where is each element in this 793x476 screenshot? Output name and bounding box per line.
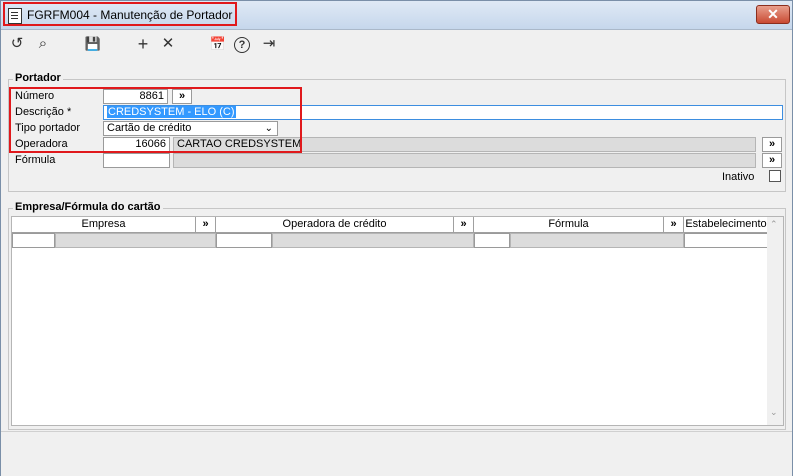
toolbar: ↺ ⌕ 💾 + ✕ 📅 ? ⇥ xyxy=(1,29,792,59)
search-icon[interactable]: ⌕ xyxy=(33,34,53,54)
portador-group-label: Portador xyxy=(13,72,63,84)
add-icon[interactable]: + xyxy=(133,34,153,54)
operadora-column-lookup-button[interactable]: » xyxy=(454,217,474,233)
formula-code-field[interactable] xyxy=(103,153,170,168)
save-icon[interactable]: 💾 xyxy=(83,34,103,54)
inativo-label: Inativo xyxy=(722,171,755,183)
fields-highlight-box xyxy=(9,87,302,153)
column-header-operadora[interactable]: Operadora de crédito xyxy=(216,217,454,233)
empresa-formula-group-label: Empresa/Fórmula do cartão xyxy=(13,201,163,213)
formula-lookup-button[interactable]: » xyxy=(762,153,782,168)
column-header-formula[interactable]: Fórmula xyxy=(474,217,664,233)
empresa-code-cell[interactable] xyxy=(12,233,55,248)
empresa-name-cell xyxy=(55,233,216,248)
main-window: FGRFM004 - Manutenção de Portador ✕ ↺ ⌕ … xyxy=(0,0,793,476)
title-highlight-box xyxy=(3,2,237,26)
calendar-icon[interactable]: 📅 xyxy=(208,34,228,54)
operadora-name-cell xyxy=(272,233,474,248)
operadora-lookup-button[interactable]: » xyxy=(762,137,782,152)
help-icon[interactable]: ? xyxy=(234,37,250,53)
formula-column-lookup-button[interactable]: » xyxy=(664,217,684,233)
status-area xyxy=(1,431,792,476)
inativo-checkbox[interactable] xyxy=(769,170,781,182)
formula-name-cell xyxy=(510,233,684,248)
delete-icon[interactable]: ✕ xyxy=(158,34,178,54)
estabelecimento-cell[interactable] xyxy=(684,233,769,248)
scroll-down-icon[interactable]: ⌄ xyxy=(770,407,778,418)
close-button[interactable]: ✕ xyxy=(756,5,790,24)
grid-vertical-scrollbar[interactable]: ⌃ ⌄ xyxy=(767,217,783,425)
empresa-grid: Empresa » Operadora de crédito » Fórmula… xyxy=(11,216,784,426)
empresa-column-lookup-button[interactable]: » xyxy=(196,217,216,233)
column-header-empresa[interactable]: Empresa xyxy=(12,217,196,233)
column-header-estabelecimento[interactable]: Estabelecimento xyxy=(684,217,769,233)
undo-icon[interactable]: ↺ xyxy=(7,34,27,54)
exit-icon[interactable]: ⇥ xyxy=(259,34,279,54)
formula-label: Fórmula xyxy=(15,154,56,166)
title-bar: FGRFM004 - Manutenção de Portador ✕ xyxy=(1,1,792,30)
scroll-up-icon[interactable]: ⌃ xyxy=(770,219,778,230)
formula-name-field xyxy=(173,153,756,168)
formula-code-cell[interactable] xyxy=(474,233,510,248)
operadora-code-cell[interactable] xyxy=(216,233,272,248)
